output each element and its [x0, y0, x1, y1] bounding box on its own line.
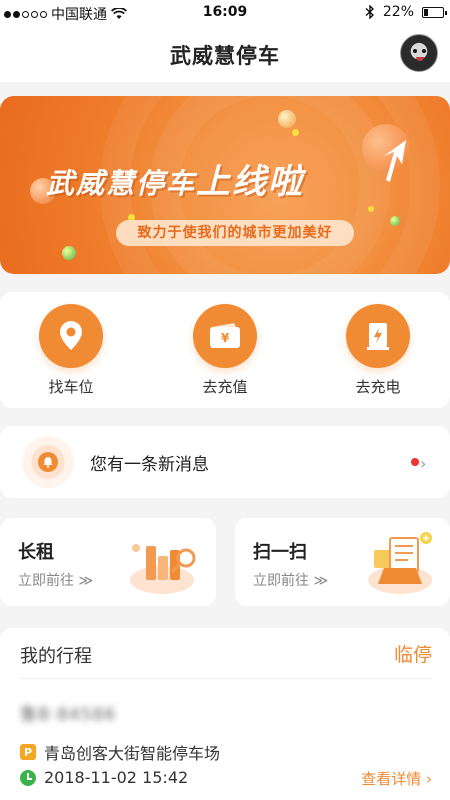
status-right: 22% — [365, 4, 447, 20]
banner-title-tail: 上线啦 — [196, 162, 305, 202]
feature-subtitle: 立即前往 ≫ — [253, 573, 329, 589]
charge-button[interactable]: 去充电 — [323, 304, 433, 397]
feature-title: 扫一扫 — [253, 542, 307, 563]
license-plate: 鲁B·84586 — [20, 705, 117, 725]
clock-icon — [20, 769, 36, 786]
divider — [20, 678, 432, 679]
status-bar: 中国联通 16:09 22% — [0, 0, 450, 26]
qa-icon-circle — [39, 304, 103, 368]
bar-chart-magnifier-icon — [130, 544, 196, 594]
svg-text:¥: ¥ — [221, 331, 230, 345]
avatar[interactable] — [400, 34, 438, 72]
qa-label: 找车位 — [48, 378, 94, 396]
battery-level — [424, 8, 428, 16]
bell-icon — [38, 452, 58, 472]
battery-percent: 22% — [382, 4, 414, 20]
scan-card[interactable]: 扫一扫 立即前往 ≫ — [235, 518, 450, 606]
qa-icon-circle: ¥ — [193, 304, 257, 368]
banner-ball-decoration — [390, 216, 400, 226]
quick-actions-card: 找车位 ¥ 去充值 去充电 — [0, 292, 450, 408]
banner-title-main: 武威慧停车 — [46, 167, 197, 200]
promo-banner[interactable]: 武威慧停车上线啦 致力于使我们的城市更加美好 — [0, 96, 450, 274]
my-trips-card: 我的行程 临停 鲁B·84586 P 青岛创客大街智能停车场 2018-11-0… — [0, 628, 450, 800]
charging-station-icon — [367, 323, 389, 350]
wallet-yen-icon: ¥ — [210, 323, 240, 348]
long-rent-card[interactable]: 长租 立即前往 ≫ — [0, 518, 216, 606]
qa-icon-circle — [346, 304, 410, 368]
banner-title: 武威慧停车上线啦 — [46, 154, 304, 203]
find-parking-button[interactable]: 找车位 — [16, 304, 126, 397]
location-pin-icon — [60, 321, 82, 350]
trips-title: 我的行程 — [20, 646, 92, 667]
feature-subtitle: 立即前往 ≫ — [18, 573, 94, 589]
trip-time-row: 2018-11-02 15:42 — [20, 768, 188, 787]
temporary-parking-link[interactable]: 临停 — [394, 640, 432, 667]
recharge-button[interactable]: ¥ 去充值 — [170, 304, 280, 397]
qa-label: 去充电 — [355, 378, 401, 396]
nav-bar: 武威慧停车 — [0, 26, 450, 82]
message-card[interactable]: 您有一条新消息 › — [0, 426, 450, 498]
unread-dot — [411, 458, 419, 466]
trip-time: 2018-11-02 15:42 — [44, 768, 189, 787]
banner-ball-decoration — [62, 246, 76, 260]
feature-title: 长租 — [18, 542, 54, 563]
bell-icon-wrap — [22, 436, 74, 488]
parking-lot-row: P 青岛创客大街智能停车场 — [20, 740, 220, 764]
parking-p-icon: P — [20, 744, 36, 760]
view-details-link[interactable]: 查看详情 › — [361, 768, 432, 789]
bluetooth-icon — [365, 5, 374, 19]
banner-ball-decoration — [368, 206, 374, 212]
page-title: 武威慧停车 — [170, 44, 280, 68]
banner-ball-decoration — [292, 129, 299, 136]
chevron-right-icon: › — [420, 454, 427, 473]
scan-document-icon — [368, 532, 432, 594]
banner-ball-decoration — [278, 110, 296, 128]
arrow-icon — [384, 140, 406, 182]
parking-lot-name: 青岛创客大街智能停车场 — [44, 744, 221, 763]
banner-subtitle: 致力于使我们的城市更加美好 — [116, 220, 354, 246]
qa-label: 去充值 — [202, 378, 248, 396]
battery-icon — [422, 6, 447, 18]
message-text: 您有一条新消息 — [90, 455, 209, 475]
